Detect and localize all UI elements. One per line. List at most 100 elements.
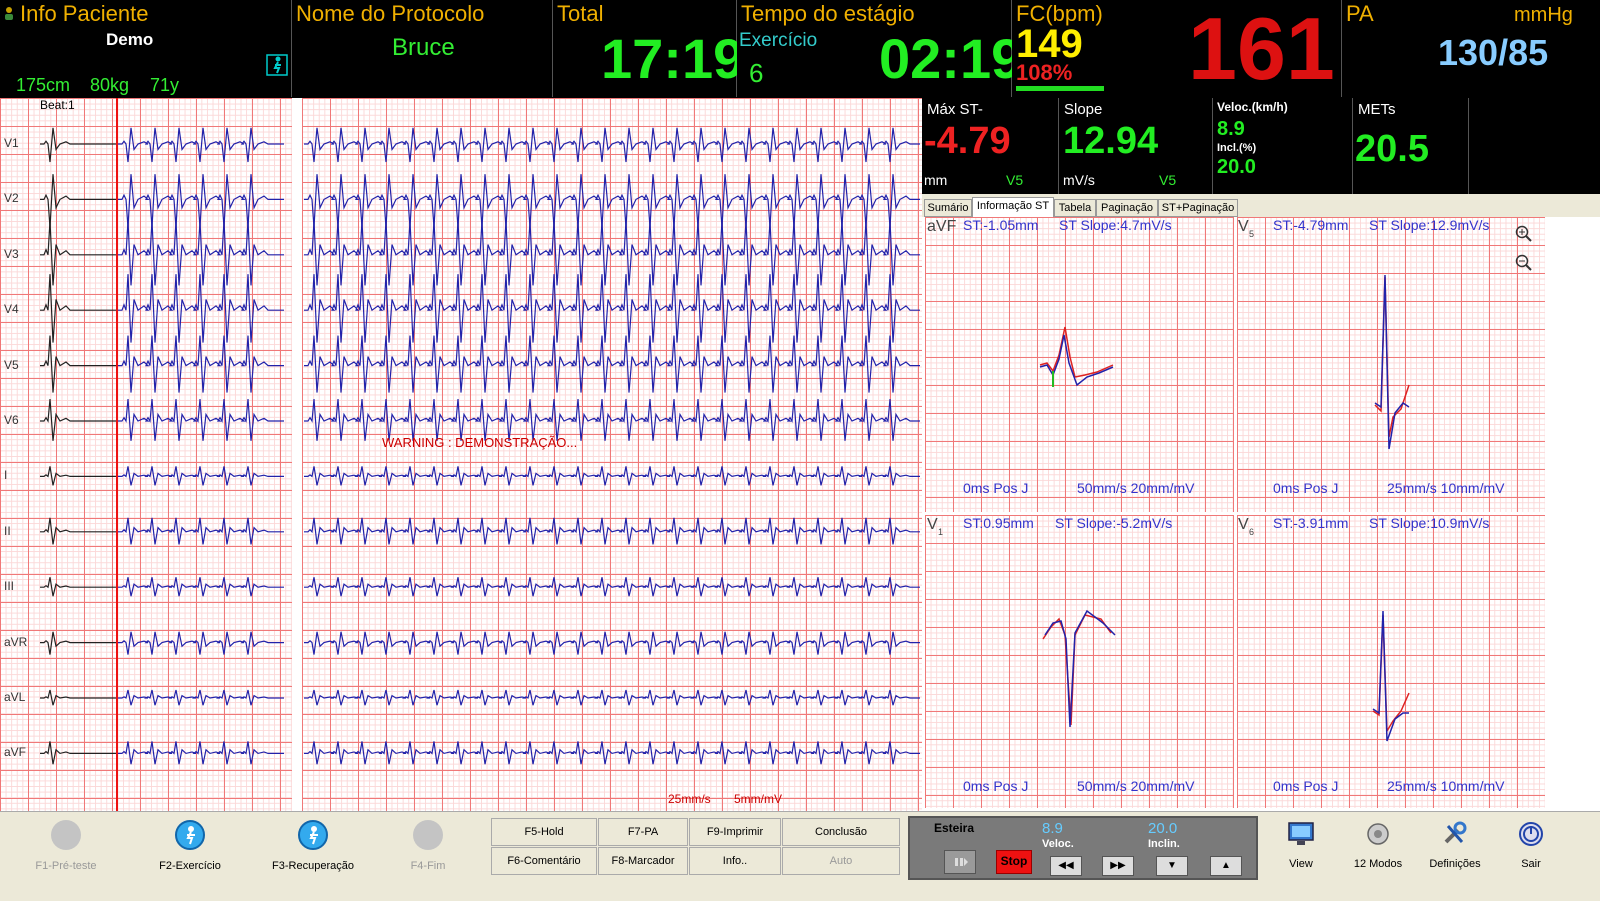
ecg-separator <box>292 98 302 811</box>
end-button-label[interactable]: F4-Fim <box>373 860 483 872</box>
median-trace-v4 <box>40 274 116 343</box>
speed-value: 8.9 <box>1217 118 1245 140</box>
median-trace-v3 <box>40 220 116 286</box>
print-button[interactable]: F9-Imprimir <box>689 818 781 846</box>
zoom-out-icon[interactable] <box>1514 253 1534 273</box>
exercise-icon[interactable] <box>175 820 205 850</box>
exercise-button-label[interactable]: F2-Exercício <box>135 860 245 872</box>
settings-tools-icon[interactable] <box>1440 820 1470 848</box>
speed-up-button[interactable]: ▶▶ <box>1102 856 1134 876</box>
monitor-icon[interactable] <box>1286 820 1316 848</box>
incline-up-button[interactable]: ▲ <box>1210 856 1242 876</box>
max-st-unit: mm <box>924 172 948 188</box>
recovery-button-label[interactable]: F3-Recuperação <box>258 860 368 872</box>
patient-weight: 80kg <box>90 75 130 95</box>
bp-button[interactable]: F7-PA <box>598 818 688 846</box>
heart-rate-panel: FC(bpm) 149 108% 161 <box>1012 0 1342 97</box>
st-panel-v1: V 1 ST:0.95mm ST Slope:-5.2mV/s 0ms Pos … <box>925 515 1234 808</box>
lead-label-v4: V4 <box>4 302 19 317</box>
rhythm-trace-iii <box>304 577 920 597</box>
incline-label: Incl.(%) <box>1217 142 1257 154</box>
exercise-person-icon[interactable] <box>266 54 288 76</box>
protocol-label: Nome do Protocolo <box>296 1 485 26</box>
conclusion-button[interactable]: Conclusão <box>782 818 900 846</box>
total-label: Total <box>557 1 604 26</box>
comment-button[interactable]: F6-Comentário <box>491 847 597 875</box>
incline-down-button[interactable]: ▼ <box>1156 856 1188 876</box>
lead-label-i: I <box>4 468 8 483</box>
st-complex-avf <box>1039 326 1114 387</box>
median-trace-v6 <box>40 398 116 441</box>
patient-age: 71y <box>150 75 180 95</box>
info-button[interactable]: Info.. <box>689 847 781 875</box>
median-trace-avl <box>40 689 116 706</box>
slope-lead: V5 <box>1159 172 1177 188</box>
rhythm-trace-left-i <box>118 466 284 486</box>
slope-value: 12.94 <box>1063 120 1159 162</box>
stage-label: Tempo do estágio <box>741 1 915 26</box>
rhythm-trace-left-v5 <box>118 335 284 393</box>
zoom-in-icon[interactable] <box>1514 224 1534 244</box>
st-complex-v1 <box>1042 609 1116 728</box>
median-trace-v5 <box>40 335 116 393</box>
median-trace-v2 <box>40 174 116 228</box>
hr-percent-bar <box>1016 86 1104 91</box>
total-time: 17:19 <box>601 27 745 90</box>
end-icon[interactable] <box>413 820 443 850</box>
protocol-panel: Nome do Protocolo Bruce <box>292 0 553 97</box>
patient-info-label: Info Paciente <box>20 1 149 26</box>
tab-paginacao[interactable]: Paginação <box>1096 199 1158 217</box>
arrow-down-icon: ▼ <box>1167 860 1177 871</box>
protocol-name: Bruce <box>392 34 455 61</box>
pause-button[interactable] <box>944 850 976 874</box>
mets-value: 20.5 <box>1355 128 1429 170</box>
lead-label-iii: III <box>4 579 15 594</box>
modes-icon[interactable] <box>1363 820 1393 848</box>
bp-unit: mmHg <box>1514 4 1573 26</box>
st-complex-v5 <box>1374 274 1410 450</box>
treadmill-speed-value: 8.9 <box>1042 820 1063 837</box>
stage-phase: Exercício <box>739 30 818 51</box>
marker-button[interactable]: F8-Marcador <box>598 847 688 875</box>
hold-button[interactable]: F5-Hold <box>491 818 597 846</box>
tab-tabela[interactable]: Tabela <box>1054 199 1096 217</box>
tab-informacao-st[interactable]: Informação ST <box>972 197 1054 217</box>
treadmill-incline-value: 20.0 <box>1148 820 1178 837</box>
mets-tile: METs 20.5 <box>1353 98 1469 194</box>
exit-button-label[interactable]: Sair <box>1476 858 1586 870</box>
slope-tile: Slope 12.94 mV/s V5 <box>1059 98 1213 194</box>
patient-name: Demo <box>106 30 154 49</box>
max-st-label: Máx ST- <box>927 101 983 118</box>
tab-sumario[interactable]: Sumário <box>924 199 972 217</box>
arrow-up-icon: ▲ <box>1221 860 1231 871</box>
speed-down-button[interactable]: ◀◀ <box>1050 856 1082 876</box>
pretest-button-label[interactable]: F1-Pré-teste <box>11 860 121 872</box>
rhythm-trace-left-v4 <box>118 274 284 343</box>
tab-st-paginacao[interactable]: ST+Paginação <box>1158 199 1238 217</box>
rhythm-trace-left-avf <box>118 741 284 765</box>
treadmill-incline-label: Inclin. <box>1148 838 1180 850</box>
st-panel-v6: V 6 ST:-3.91mm ST Slope:10.9mV/s 0ms Pos… <box>1237 515 1545 808</box>
stage-time-panel: Tempo do estágio Exercício 6 02:19 <box>737 0 1022 97</box>
fast-forward-icon: ▶▶ <box>1110 860 1126 871</box>
ecg-median-area: Beat:1 V1 V2 V3 V4 V5 V6 I II III aVR aVL aVF <box>0 98 292 811</box>
max-st-tile: Máx ST- -4.79 mm V5 <box>922 98 1059 194</box>
max-st-value: -4.79 <box>924 120 1011 162</box>
st-panel-avf: aVF ST:-1.05mm ST Slope:4.7mV/s 0ms Pos … <box>925 217 1234 512</box>
rhythm-trace-left-ii <box>118 517 284 545</box>
rhythm-trace-avf <box>304 741 920 765</box>
st-panel-v5: V 5 ST:-4.79mm ST Slope:12.9mV/s 0ms Pos… <box>1237 217 1545 512</box>
lead-label-avf: aVF <box>4 745 27 760</box>
stop-button[interactable]: Stop <box>996 850 1032 874</box>
exit-power-icon[interactable] <box>1516 820 1546 848</box>
pretest-icon[interactable] <box>51 820 81 850</box>
median-trace-avf <box>40 741 116 765</box>
ecg-speed: 25mm/s <box>668 792 711 806</box>
blood-pressure-panel: PA mmHg 130/85 <box>1342 0 1600 97</box>
lead-label-v3: V3 <box>4 246 19 261</box>
lead-label-v6: V6 <box>4 413 19 427</box>
auto-button[interactable]: Auto <box>782 847 900 875</box>
recovery-icon[interactable] <box>298 820 328 850</box>
mets-label: METs <box>1358 101 1396 118</box>
rhythm-trace-left-avl <box>118 689 284 706</box>
